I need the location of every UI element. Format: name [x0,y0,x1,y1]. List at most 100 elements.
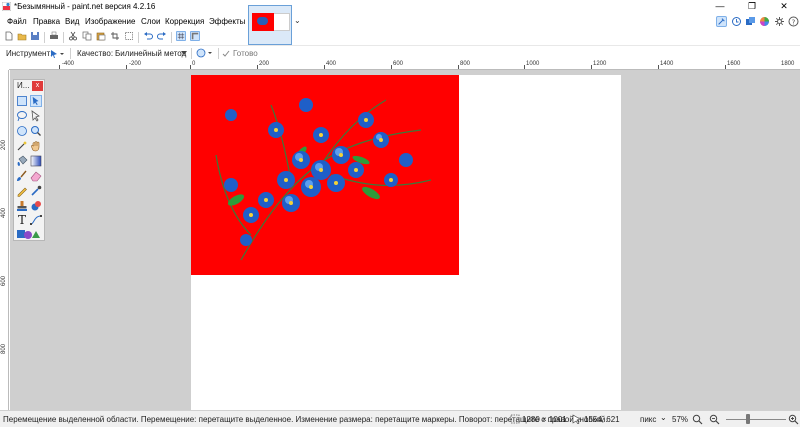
quality-label: Качество: [77,49,114,58]
pencil-tool-icon[interactable] [16,185,28,197]
maximize-button[interactable]: ❐ [736,0,768,14]
ruler-label: 0 [192,61,196,67]
redo-icon[interactable] [157,31,167,41]
ruler-tick [324,65,325,69]
move-selection-tool-icon[interactable] [30,95,42,107]
thumbnail-flowers [257,17,268,25]
pan-tool-icon[interactable] [30,140,42,152]
menu-view[interactable]: Вид [65,17,79,26]
magic-wand-tool-icon[interactable] [16,140,28,152]
shapes-tool-icon[interactable] [16,228,42,240]
zoom-slider-track[interactable] [726,419,786,420]
undo-icon[interactable] [143,31,153,41]
menu-edit[interactable]: Правка [33,17,60,26]
new-file-icon[interactable] [4,31,14,41]
options-separator [191,48,192,59]
menu-bar: Файл Правка Вид Изображение Слои Коррекц… [0,14,800,29]
clone-stamp-tool-icon[interactable] [16,200,28,212]
zoom-slider-thumb[interactable] [746,414,750,424]
vertical-ruler: 200 400 600 800 [0,70,9,410]
main-toolbar [0,29,800,45]
minimize-button[interactable]: — [704,0,736,14]
red-background-layer[interactable] [191,75,459,275]
tools-panel[interactable]: И... x T [13,79,45,241]
ruler-tick [190,65,191,69]
zoom-in-icon[interactable] [788,414,799,425]
ruler-label: -400 [62,61,75,67]
ruler-label: 400 [326,61,337,67]
units-dropdown-icon[interactable]: ⌄ [660,413,667,422]
menu-file[interactable]: Файл [7,17,27,26]
ruler-tick [59,65,60,69]
ruler-tick [658,65,659,69]
copy-icon[interactable] [82,31,92,41]
save-icon[interactable] [30,31,40,41]
close-button[interactable]: ✕ [768,0,800,14]
antialiasing-selector-icon[interactable] [196,48,214,58]
paint-bucket-tool-icon[interactable] [16,155,28,167]
zoom-tool-icon[interactable] [30,125,42,137]
zoom-out-icon[interactable] [709,414,720,425]
toolbar-separator [138,32,139,43]
rectangle-select-tool-icon[interactable] [16,95,28,107]
menu-layers[interactable]: Слои [141,17,160,26]
tools-window-icon[interactable] [716,16,727,27]
ruler-tick [591,65,592,69]
open-file-icon[interactable] [17,31,27,41]
workspace[interactable] [10,70,800,410]
rulers-icon[interactable] [190,31,200,41]
cursor-position-icon [572,414,581,424]
ruler-label: 600 [1,275,7,286]
tools-panel-header[interactable]: И... x [14,80,44,92]
zoom-to-window-icon[interactable] [692,414,703,425]
options-separator [218,48,219,59]
ruler-label: 1200 [593,61,607,67]
tool-options-bar: Инструмент: Качество: Билинейный метод Г… [0,45,800,60]
cut-icon[interactable] [68,31,78,41]
menu-effects[interactable]: Эффекты [209,17,245,26]
deselect-icon[interactable] [124,31,134,41]
menu-adjustments[interactable]: Коррекция [165,17,204,26]
toolbar-separator [63,32,64,43]
line-curve-tool-icon[interactable] [30,214,42,226]
ruler-label: 1400 [660,61,674,67]
settings-gear-icon[interactable] [774,16,785,27]
help-icon[interactable]: ? [788,16,799,27]
grid-icon[interactable] [176,31,186,41]
quality-dropdown-icon[interactable] [181,51,187,56]
ruler-label: 200 [259,61,270,67]
menu-image[interactable]: Изображение [85,17,135,26]
window-title: *Безымянный - paint.net версия 4.2.16 [14,2,156,11]
crop-to-selection-icon[interactable] [110,31,120,41]
units-select[interactable]: пикс [640,415,656,424]
text-tool-icon[interactable]: T [16,214,28,226]
image-list-dropdown[interactable]: ⌄ [294,16,301,25]
zoom-value[interactable]: 57% [672,415,688,424]
status-bar: Перемещение выделенной области. Перемеще… [0,410,800,427]
done-button[interactable]: Готово [233,49,258,58]
print-icon[interactable] [49,31,59,41]
ellipse-select-tool-icon[interactable] [16,125,28,137]
paste-icon[interactable] [96,31,106,41]
layers-icon[interactable] [745,16,756,27]
move-selection-tool-selector-icon[interactable] [50,49,64,58]
gradient-tool-icon[interactable] [30,155,42,167]
eraser-tool-icon[interactable] [30,170,42,182]
image-canvas[interactable] [191,75,621,410]
lasso-select-tool-icon[interactable] [16,110,28,122]
recolor-tool-icon[interactable] [30,200,42,212]
colors-icon[interactable] [759,16,770,27]
move-selected-pixels-tool-icon[interactable] [30,110,42,122]
tools-panel-close-button[interactable]: x [32,81,43,91]
ruler-label: 400 [1,207,7,218]
color-picker-tool-icon[interactable] [30,185,42,197]
ruler-tick [257,65,258,69]
ruler-label: -200 [129,61,142,67]
quality-select[interactable]: Билинейный метод [115,49,186,58]
toolbar-separator [44,32,45,43]
history-icon[interactable] [731,16,742,27]
paintbrush-tool-icon[interactable] [16,170,28,182]
toolbar-separator [171,32,172,43]
image-size-icon [510,414,520,424]
checkmark-icon [222,50,230,57]
